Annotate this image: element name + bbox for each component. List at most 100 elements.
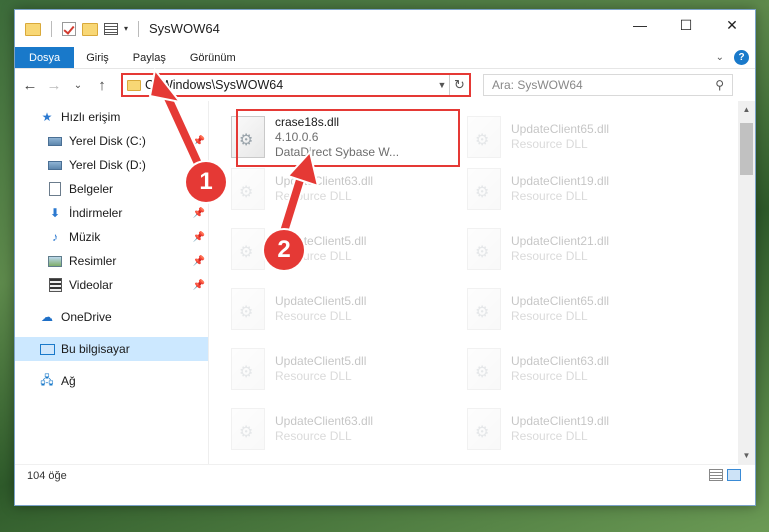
dll-file-icon: ⚙ [467,168,501,210]
scrollbar-thumb[interactable] [740,123,753,175]
file-highlight-box [236,109,460,167]
window-controls: — ☐ ✕ [617,10,755,40]
dll-file-icon: ⚙ [231,228,265,270]
tab-share[interactable]: Paylaş [121,47,178,68]
sidebar-item-pictures[interactable]: Resimler 📌 [15,249,209,273]
file-item[interactable]: ⚙ UpdateClient65.dll Resource DLL [467,281,693,337]
large-icons-view-icon[interactable] [727,469,741,481]
file-item[interactable]: ⚙ UpdateClient19.dll Resource DLL [467,161,693,217]
sidebar-item-label: Yerel Disk (D:) [69,158,146,172]
pin-icon: 📌 [192,135,205,147]
sidebar-item-videos[interactable]: Videolar 📌 [15,273,209,297]
file-item[interactable]: ⚙ UpdateClient65.dll Resource DLL [467,109,693,165]
sidebar-item-documents[interactable]: Belgeler 📌 [15,177,209,201]
folder-icon[interactable] [25,23,41,36]
sidebar-item-local-disk-c[interactable]: Yerel Disk (C:) 📌 [15,129,209,153]
help-icon[interactable]: ? [734,50,749,65]
drive-icon [47,134,63,148]
file-description: Resource DLL [275,369,352,383]
pin-icon: 📌 [192,279,205,291]
navigation-bar: ← → ⌄ ↑ C:\Windows\SysWOW64 ▼ ↻ Ara: Sys… [15,69,755,101]
sidebar-item-label: Videolar [69,278,113,292]
sidebar-item-label: Ağ [61,374,76,388]
file-description: Resource DLL [275,309,352,323]
callout-badge-2: 2 [264,230,304,270]
documents-icon [47,182,63,196]
pin-icon: 📌 [192,207,205,219]
tab-view[interactable]: Görünüm [178,47,248,68]
close-button[interactable]: ✕ [709,10,755,40]
vertical-scrollbar[interactable]: ▲ ▼ [738,101,755,464]
sidebar-item-network[interactable]: 🖧 Ağ [15,369,209,393]
scroll-down-icon[interactable]: ▼ [738,447,755,464]
sidebar-item-local-disk-d[interactable]: Yerel Disk (D:) [15,153,209,177]
drive-icon [47,158,63,172]
tab-home[interactable]: Giriş [74,47,121,68]
file-item[interactable]: ⚙ UpdateClient5.dll Resource DLL [231,341,457,397]
file-name: UpdateClient5.dll [275,354,367,368]
minimize-button[interactable]: — [617,10,663,40]
sidebar-item-onedrive[interactable]: ☁ OneDrive [15,305,209,329]
pin-icon: 📌 [192,255,205,267]
file-description: Resource DLL [275,429,352,443]
up-button[interactable]: ↑ [93,77,111,94]
address-path[interactable]: C:\Windows\SysWOW64 [145,78,435,92]
sidebar-item-music[interactable]: ♪ Müzik 📌 [15,225,209,249]
file-name: UpdateClient21.dll [511,234,610,248]
sidebar-item-quick-access[interactable]: ★ Hızlı erişim [15,105,209,129]
file-name: UpdateClient19.dll [511,174,610,188]
explorer-window: ▾ SysWOW64 — ☐ ✕ Dosya Giriş Paylaş Görü… [14,9,756,506]
properties-check-icon[interactable] [62,21,76,36]
details-view-icon[interactable] [709,469,723,481]
window-title: SysWOW64 [149,21,220,36]
dropdown-arrow-icon[interactable]: ▾ [124,24,128,33]
file-item[interactable]: ⚙ UpdateClient63.dll Resource DLL [231,401,457,457]
status-bar: 104 öğe [15,464,755,486]
sidebar-item-this-pc[interactable]: Bu bilgisayar [15,337,209,361]
file-description: Resource DLL [511,189,588,203]
address-bar[interactable]: C:\Windows\SysWOW64 ▼ ↻ [121,73,471,97]
dll-file-icon: ⚙ [467,116,501,158]
sidebar-item-label: Bu bilgisayar [61,342,130,356]
new-folder-icon[interactable] [82,23,98,36]
sidebar-item-label: OneDrive [61,310,112,324]
file-item[interactable]: ⚙ UpdateClient19.dll Resource DLL [467,401,693,457]
recent-locations-button[interactable]: ⌄ [69,80,87,91]
file-item[interactable]: ⚙ UpdateClient63.dll Resource DLL [467,341,693,397]
quick-access-toolbar: ▾ [15,20,143,37]
tab-file[interactable]: Dosya [15,47,75,68]
computer-icon [39,342,55,356]
back-button[interactable]: ← [21,77,39,94]
ribbon-tabs: Dosya Giriş Paylaş Görünüm ⌄ ? [15,47,755,69]
address-dropdown-icon[interactable]: ▼ [435,80,449,90]
scroll-up-icon[interactable]: ▲ [738,101,755,118]
customize-icon[interactable] [104,22,118,35]
file-item[interactable]: ⚙ UpdateClient63.dll Resource DLL [231,161,457,217]
file-description: Resource DLL [511,369,588,383]
dll-file-icon: ⚙ [231,288,265,330]
file-name: UpdateClient65.dll [511,122,610,136]
sidebar-item-label: Belgeler [69,182,114,196]
cloud-icon: ☁ [41,310,53,324]
sidebar-item-downloads[interactable]: ⬇ İndirmeler 📌 [15,201,209,225]
dll-file-icon: ⚙ [231,348,265,390]
sidebar-item-label: İndirmeler [69,206,123,220]
file-name: UpdateClient19.dll [511,414,610,428]
expand-ribbon-icon[interactable]: ⌄ [716,52,724,63]
navigation-pane: ★ Hızlı erişim Yerel Disk (C:) 📌 Yerel D… [15,101,209,464]
item-count: 104 öğe [27,469,67,482]
dll-file-icon: ⚙ [467,288,501,330]
file-item[interactable]: ⚙ UpdateClient5.dll Resource DLL [231,281,457,337]
title-bar: ▾ SysWOW64 — ☐ ✕ [15,10,755,47]
download-icon: ⬇ [49,206,61,220]
search-placeholder: Ara: SysWOW64 [492,78,583,92]
dll-file-icon: ⚙ [231,168,265,210]
forward-button[interactable]: → [45,77,63,94]
pin-icon: 📌 [192,231,205,243]
file-name: UpdateClient65.dll [511,294,610,308]
search-input[interactable]: Ara: SysWOW64 ⚲ [483,74,733,96]
maximize-button[interactable]: ☐ [663,10,709,40]
file-item[interactable]: ⚙ UpdateClient21.dll Resource DLL [467,221,693,277]
refresh-button[interactable]: ↻ [449,75,469,95]
sidebar-item-label: Müzik [69,230,101,244]
